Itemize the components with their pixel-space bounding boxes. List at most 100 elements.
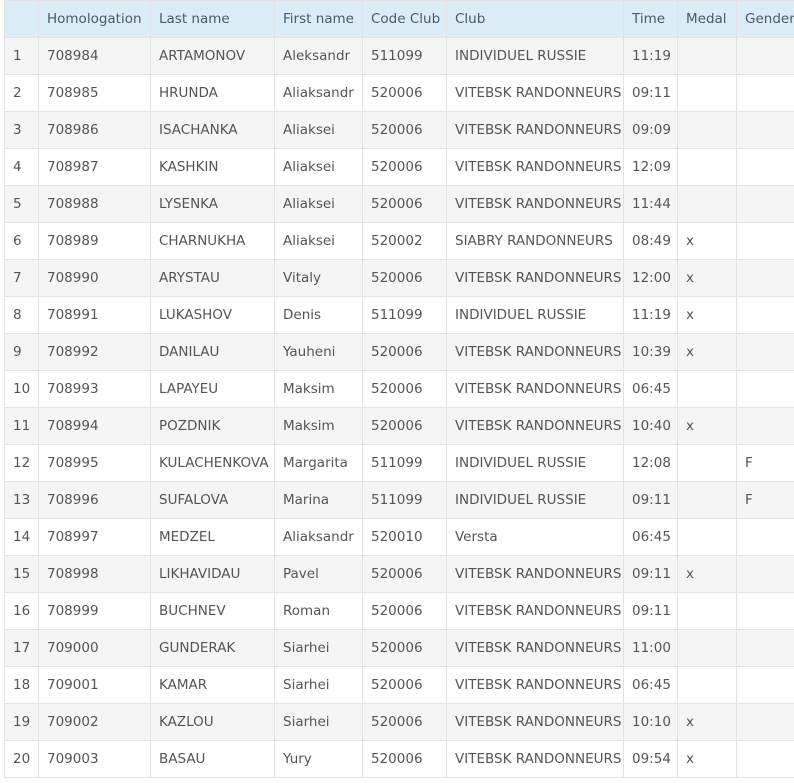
column-header-homologation[interactable]: Homologation	[38, 0, 151, 38]
medal-cell: x	[677, 259, 737, 297]
club-cell: VITEBSK RANDONNEURS	[446, 333, 624, 371]
row-number: 4	[4, 148, 39, 186]
last-name-cell: GUNDERAK	[150, 629, 275, 667]
column-header-code-club[interactable]: Code Club	[362, 0, 447, 38]
last-name-cell: MEDZEL	[150, 518, 275, 556]
club-cell: SIABRY RANDONNEURS	[446, 222, 624, 260]
time-cell: 09:11	[623, 481, 678, 519]
last-name-cell: SUFALOVA	[150, 481, 275, 519]
gender-cell	[736, 74, 794, 112]
homologation-cell: 708984	[38, 37, 151, 75]
row-number: 16	[4, 592, 39, 630]
column-header-time[interactable]: Time	[623, 0, 678, 38]
column-header-club[interactable]: Club	[446, 0, 624, 38]
column-header-last-name[interactable]: Last name	[150, 0, 275, 38]
time-cell: 11:00	[623, 629, 678, 667]
homologation-cell: 709000	[38, 629, 151, 667]
row-number: 14	[4, 518, 39, 556]
gender-cell	[736, 370, 794, 408]
table-row: 8 708991 LUKASHOV Denis 511099 INDIVIDUEL RUS…	[4, 296, 794, 334]
code-club-cell: 520006	[362, 629, 447, 667]
last-name-cell: LUKASHOV	[150, 296, 275, 334]
gender-cell	[736, 296, 794, 334]
table-row: 13 708996 SUFALOVA Marina 511099 INDIVIDUEL R…	[4, 481, 794, 519]
gender-cell	[736, 518, 794, 556]
club-cell: INDIVIDUEL RUSSIE	[446, 296, 624, 334]
row-number: 7	[4, 259, 39, 297]
column-header-index	[4, 0, 39, 38]
medal-cell	[677, 74, 737, 112]
table-row: 15 708998 LIKHAVIDAU Pavel 520006 VITEBSK RAN…	[4, 555, 794, 593]
row-number: 13	[4, 481, 39, 519]
code-club-cell: 520006	[362, 666, 447, 704]
club-cell: VITEBSK RANDONNEURS	[446, 629, 624, 667]
medal-cell: x	[677, 703, 737, 741]
homologation-cell: 708995	[38, 444, 151, 482]
club-cell: VITEBSK RANDONNEURS	[446, 148, 624, 186]
time-cell: 11:19	[623, 296, 678, 334]
time-cell: 06:45	[623, 666, 678, 704]
homologation-cell: 708996	[38, 481, 151, 519]
first-name-cell: Aliaksei	[274, 222, 363, 260]
homologation-cell: 708989	[38, 222, 151, 260]
table-row: 11 708994 POZDNIK Maksim 520006 VITEBSK RANDO…	[4, 407, 794, 445]
club-cell: VITEBSK RANDONNEURS	[446, 111, 624, 149]
table-row: 17 709000 GUNDERAK Siarhei 520006 VITEBSK RAN…	[4, 629, 794, 667]
homologation-cell: 708991	[38, 296, 151, 334]
row-number: 6	[4, 222, 39, 260]
medal-cell: x	[677, 296, 737, 334]
first-name-cell: Aliaksandr	[274, 74, 363, 112]
column-header-gender[interactable]: Gender	[736, 0, 794, 38]
first-name-cell: Aliaksei	[274, 111, 363, 149]
last-name-cell: DANILAU	[150, 333, 275, 371]
code-club-cell: 511099	[362, 296, 447, 334]
gender-cell	[736, 592, 794, 630]
column-header-first-name[interactable]: First name	[274, 0, 363, 38]
table-row: 3 708986 ISACHANKA Aliaksei 520006 VITEBSK RA…	[4, 111, 794, 149]
medal-cell	[677, 370, 737, 408]
first-name-cell: Aliaksei	[274, 185, 363, 223]
last-name-cell: BUCHNEV	[150, 592, 275, 630]
club-cell: INDIVIDUEL RUSSIE	[446, 37, 624, 75]
first-name-cell: Margarita	[274, 444, 363, 482]
time-cell: 08:49	[623, 222, 678, 260]
code-club-cell: 520010	[362, 518, 447, 556]
gender-cell: F	[736, 444, 794, 482]
time-cell: 09:11	[623, 592, 678, 630]
table-row: 5 708988 LYSENKA Aliaksei 520006 VITEBSK RAND…	[4, 185, 794, 223]
row-number: 9	[4, 333, 39, 371]
row-number: 10	[4, 370, 39, 408]
first-name-cell: Pavel	[274, 555, 363, 593]
row-number: 1	[4, 37, 39, 75]
table-row: 14 708997 MEDZEL Aliaksandr 520010 Versta 06:4…	[4, 518, 794, 556]
row-number: 20	[4, 740, 39, 778]
club-cell: VITEBSK RANDONNEURS	[446, 185, 624, 223]
medal-cell	[677, 111, 737, 149]
gender-cell	[736, 222, 794, 260]
table-row: 20 709003 BASAU Yury 520006 VITEBSK RANDONNEU…	[4, 740, 794, 778]
code-club-cell: 520006	[362, 148, 447, 186]
homologation-cell: 708992	[38, 333, 151, 371]
last-name-cell: LIKHAVIDAU	[150, 555, 275, 593]
last-name-cell: KASHKIN	[150, 148, 275, 186]
gender-cell	[736, 703, 794, 741]
column-header-medal[interactable]: Medal	[677, 0, 737, 38]
medal-cell: x	[677, 407, 737, 445]
time-cell: 10:10	[623, 703, 678, 741]
medal-cell	[677, 518, 737, 556]
first-name-cell: Vitaly	[274, 259, 363, 297]
row-number: 12	[4, 444, 39, 482]
first-name-cell: Maksim	[274, 407, 363, 445]
code-club-cell: 520006	[362, 259, 447, 297]
time-cell: 06:45	[623, 518, 678, 556]
code-club-cell: 511099	[362, 37, 447, 75]
row-number: 15	[4, 555, 39, 593]
homologation-cell: 708990	[38, 259, 151, 297]
header-row: Homologation Last name First name Code Club…	[4, 0, 794, 38]
table-row: 2 708985 HRUNDA Aliaksandr 520006 VITEBSK RAN…	[4, 74, 794, 112]
row-number: 2	[4, 74, 39, 112]
first-name-cell: Aleksandr	[274, 37, 363, 75]
club-cell: VITEBSK RANDONNEURS	[446, 666, 624, 704]
homologation-cell: 708997	[38, 518, 151, 556]
last-name-cell: POZDNIK	[150, 407, 275, 445]
